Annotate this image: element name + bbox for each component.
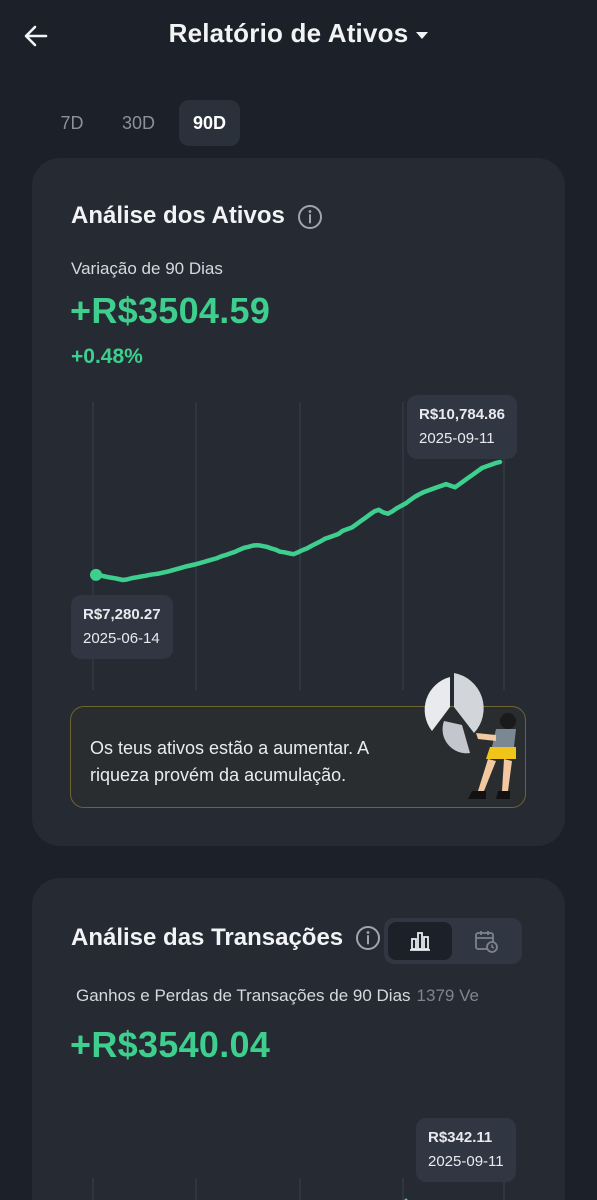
view-toggle	[384, 918, 522, 964]
transaction-period-text: Ganhos e Perdas de Transações de 90 Dias	[76, 986, 411, 1005]
high-point-date: 2025-09-11	[419, 430, 495, 447]
tab-30d[interactable]: 30D	[108, 100, 169, 146]
transaction-count: 1379 Ve	[416, 986, 479, 1005]
caret-down-icon	[416, 32, 429, 40]
low-point-amount: R$7,280.27	[83, 606, 161, 623]
info-icon[interactable]	[297, 204, 323, 230]
transaction-analysis-title: Análise das Transações	[71, 924, 344, 951]
period-tabs: 7D 30D 90D	[46, 100, 241, 146]
transaction-analysis-card: Análise das Transações Ganhos e Perdas d…	[32, 878, 565, 1200]
calendar-view-button[interactable]	[454, 922, 518, 960]
change-value: +R$3504.59	[70, 290, 271, 331]
transaction-total-value: +R$3540.04	[70, 1024, 271, 1065]
transaction-tooltip-date: 2025-09-11	[428, 1153, 504, 1170]
low-point-marker	[90, 568, 102, 581]
asset-analysis-title: Análise dos Ativos	[71, 202, 285, 229]
header: Relatório de Ativos	[0, 0, 597, 72]
page-title: Relatório de Ativos	[168, 18, 409, 48]
period-change-label: Variação de 90 Dias	[71, 259, 223, 278]
bar-chart-view-button[interactable]	[388, 922, 452, 960]
low-point-tooltip: R$7,280.27 2025-06-14	[71, 595, 173, 659]
high-point-tooltip: R$10,784.86 2025-09-11	[407, 395, 517, 459]
title-selector[interactable]: Relatório de Ativos	[0, 18, 597, 49]
transaction-period-label: Ganhos e Perdas de Transações de 90 Dias…	[76, 986, 526, 1006]
info-icon[interactable]	[355, 925, 381, 951]
banner-text: Os teus ativos estão a aumentar. A rique…	[90, 738, 369, 785]
bar-chart-icon	[410, 932, 430, 951]
low-point-date: 2025-06-14	[83, 630, 160, 647]
asset-series-line	[93, 459, 503, 583]
asset-analysis-card: Análise dos Ativos Variação de 90 Dias +…	[32, 158, 565, 846]
transaction-tooltip: R$342.11 2025-09-11	[416, 1118, 516, 1182]
high-point-amount: R$10,784.86	[419, 406, 505, 423]
change-percent: +0.48%	[71, 345, 143, 368]
tab-90d[interactable]: 90D	[179, 100, 241, 146]
pie-chart-person-illustration	[424, 673, 516, 799]
tab-7d[interactable]: 7D	[46, 100, 98, 146]
transaction-tooltip-amount: R$342.11	[428, 1129, 493, 1146]
calendar-clock-icon	[475, 931, 498, 953]
